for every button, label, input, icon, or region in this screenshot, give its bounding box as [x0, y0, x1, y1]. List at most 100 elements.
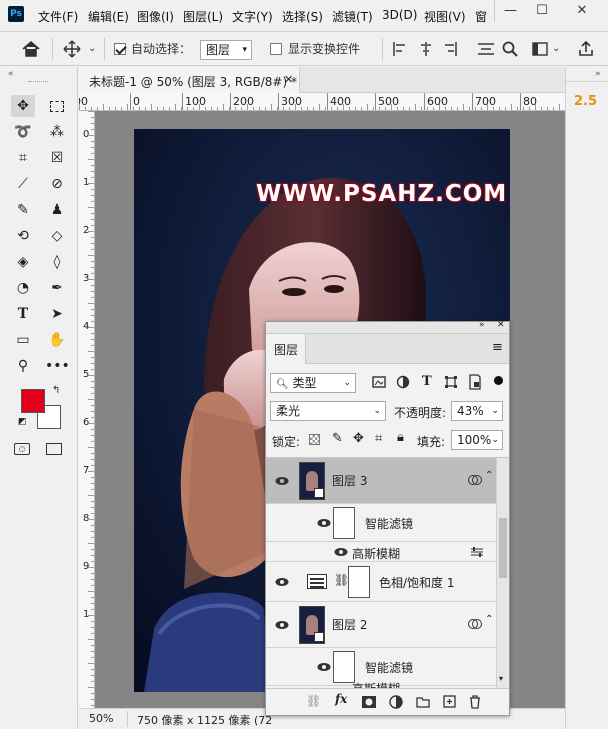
crop-tool-icon[interactable]: ⌗ — [11, 147, 35, 169]
trash-icon[interactable] — [469, 695, 481, 709]
visibility-eye-icon[interactable] — [317, 662, 331, 672]
filter-smart-object-icon[interactable] — [468, 374, 482, 390]
layer-row[interactable]: ⛓︎ 色相/饱和度 1 — [266, 562, 496, 602]
maximize-button[interactable]: ☐ — [526, 0, 558, 22]
menu-file[interactable]: 文件(F) — [38, 8, 78, 25]
layer-row[interactable]: 图层 3 ⌃ — [266, 458, 496, 504]
chevron-down-icon[interactable]: ⌄ — [88, 40, 96, 58]
fx-icon[interactable]: fx — [335, 692, 347, 706]
hand-tool-icon[interactable]: ✋ — [45, 329, 69, 351]
lock-position-icon[interactable]: ✥ — [353, 431, 364, 446]
menu-3d[interactable]: 3D(D) — [382, 8, 417, 22]
history-brush-icon[interactable]: ⟲ — [11, 225, 35, 247]
move-tool-icon[interactable] — [63, 40, 81, 58]
menu-type[interactable]: 文字(Y) — [232, 8, 273, 25]
frame-tool-icon[interactable]: ☒ — [45, 147, 69, 169]
lock-transparent-icon[interactable] — [309, 434, 320, 445]
align-right-icon[interactable] — [443, 42, 457, 56]
blur-tool-icon[interactable]: ◊ — [45, 251, 69, 273]
stamp-tool-icon[interactable]: ♟ — [45, 199, 69, 221]
magic-wand-icon[interactable]: ⁂ — [45, 121, 69, 143]
layer-name[interactable]: 色相/饱和度 1 — [379, 574, 455, 591]
screen-mode-icon[interactable] — [46, 443, 62, 455]
collapse-icon[interactable]: « — [8, 69, 14, 79]
show-transform-checkbox[interactable] — [270, 41, 282, 56]
new-adjustment-icon[interactable] — [389, 695, 403, 709]
link-icon[interactable]: ⛓︎ — [334, 573, 349, 587]
menu-image[interactable]: 图像(I) — [137, 8, 174, 25]
type-tool-icon[interactable]: T — [11, 303, 35, 325]
menu-select[interactable]: 选择(S) — [282, 8, 323, 25]
new-group-icon[interactable] — [416, 696, 430, 708]
filter-type-icon[interactable]: T — [422, 374, 432, 389]
layer-name[interactable]: 图层 2 — [332, 616, 367, 633]
share-icon[interactable] — [578, 40, 594, 56]
swap-colors-icon[interactable]: ↰ — [52, 385, 60, 396]
link-layers-icon[interactable]: ⛓︎ — [306, 694, 321, 708]
scroll-down-icon[interactable]: ▾ — [499, 674, 503, 683]
visibility-eye-icon[interactable] — [275, 620, 289, 630]
zoom-level[interactable]: 50% — [89, 712, 113, 725]
filter-shape-icon[interactable] — [444, 375, 458, 389]
filter-pixel-icon[interactable] — [372, 376, 386, 388]
smart-filter-row[interactable]: 智能滤镜 — [266, 504, 496, 542]
filter-toggle-icon[interactable] — [494, 376, 503, 385]
panel-value[interactable]: 2.5 — [574, 94, 597, 109]
close-panel-icon[interactable]: ✕ — [497, 320, 505, 330]
panel-menu-icon[interactable]: ≡ — [492, 340, 503, 355]
menu-view[interactable]: 视图(V) — [424, 8, 466, 25]
brush-tool-icon[interactable]: ✎ — [11, 199, 35, 221]
menu-filter[interactable]: 滤镜(T) — [332, 8, 373, 25]
align-center-icon[interactable] — [419, 42, 433, 56]
home-icon[interactable] — [22, 41, 40, 57]
paint-bucket-icon[interactable]: ◈ — [11, 251, 35, 273]
grip-icon[interactable] — [28, 81, 48, 83]
foreground-color-swatch[interactable] — [21, 389, 45, 413]
blend-mode-dropdown[interactable]: 柔光 ⌄ — [270, 401, 386, 421]
auto-select-target-dropdown[interactable]: 图层 ▾ — [200, 40, 252, 60]
eyedropper-icon[interactable]: ⟋ — [11, 173, 35, 195]
pen-tool-icon[interactable]: ✒ — [45, 277, 69, 299]
dodge-tool-icon[interactable]: ◔ — [11, 277, 35, 299]
more-tools-icon[interactable]: ••• — [45, 355, 70, 377]
document-title[interactable]: 未标题-1 @ 50% (图层 3, RGB/8#) * — [89, 73, 297, 90]
filter-adjustment-icon[interactable] — [396, 375, 410, 389]
filter-options-icon[interactable] — [470, 547, 484, 557]
menu-edit[interactable]: 编辑(E) — [88, 8, 129, 25]
auto-select-checkbox[interactable] — [114, 41, 126, 56]
chevron-up-icon[interactable]: ⌃ — [485, 614, 493, 625]
lock-all-icon[interactable]: 🔒︎ — [397, 430, 404, 445]
document-tab[interactable]: 未标题-1 @ 50% (图层 3, RGB/8#) * ✕ — [79, 67, 565, 93]
collapse-icon[interactable]: » — [595, 69, 601, 79]
chevron-down-icon[interactable]: ⌄ — [552, 40, 560, 58]
menu-layer[interactable]: 图层(L) — [183, 8, 223, 25]
visibility-eye-icon[interactable] — [275, 577, 289, 587]
layer-row[interactable]: 图层 2 ⌃ — [266, 602, 496, 648]
smart-filter-icon[interactable] — [468, 618, 482, 630]
healing-brush-icon[interactable]: ⊘ — [45, 173, 69, 195]
eraser-icon[interactable]: ◇ — [45, 225, 69, 247]
move-tool-icon[interactable]: ✥ — [11, 95, 35, 117]
visibility-eye-icon[interactable] — [334, 547, 348, 557]
visibility-eye-icon[interactable] — [275, 476, 289, 486]
zoom-tool-icon[interactable]: ⚲ — [11, 355, 35, 377]
close-tab-icon[interactable]: ✕ — [284, 73, 293, 86]
lock-pixels-icon[interactable]: ✎ — [332, 431, 343, 446]
filter-name[interactable]: 高斯模糊 — [352, 680, 400, 688]
marquee-tool-icon[interactable] — [45, 95, 69, 117]
shape-tool-icon[interactable]: ▭ — [11, 329, 35, 351]
opacity-field[interactable]: 43% ⌄ — [451, 401, 503, 421]
layers-scrollbar[interactable]: ▾ — [496, 458, 509, 688]
new-layer-icon[interactable] — [443, 695, 456, 708]
default-colors-icon[interactable]: ◩ — [18, 417, 27, 427]
filter-name[interactable]: 高斯模糊 — [352, 545, 400, 562]
filter-row[interactable]: 高斯模糊 — [266, 542, 496, 562]
quick-mask-icon[interactable] — [14, 443, 30, 455]
document-info[interactable]: 750 像素 x 1125 像素 (72 — [137, 712, 272, 728]
lock-artboard-icon[interactable]: ⌗ — [375, 431, 382, 446]
smart-filter-label[interactable]: 智能滤镜 — [365, 659, 413, 676]
smart-filter-label[interactable]: 智能滤镜 — [365, 515, 413, 532]
chevron-up-icon[interactable]: ⌃ — [485, 470, 493, 481]
align-left-icon[interactable] — [393, 42, 407, 56]
search-icon[interactable] — [502, 41, 518, 57]
